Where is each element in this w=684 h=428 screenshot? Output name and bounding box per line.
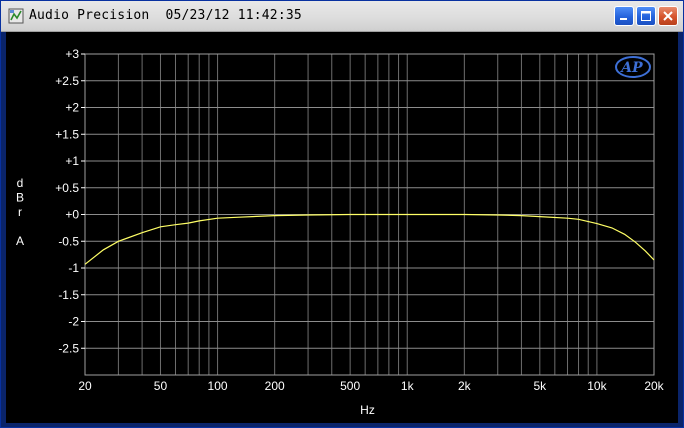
x-tick-label: 20 xyxy=(78,379,92,393)
window-title: Audio Precision 05/23/12 11:42:35 xyxy=(29,8,302,23)
y-axis-label-char: B xyxy=(16,191,24,205)
logo-text: AP xyxy=(619,60,643,76)
minimize-button[interactable] xyxy=(614,6,634,26)
y-tick-label: +2.5 xyxy=(55,74,79,88)
x-tick-label: 100 xyxy=(208,379,228,393)
title-bar[interactable]: Audio Precision 05/23/12 11:42:35 xyxy=(1,1,683,32)
x-tick-label: 20k xyxy=(644,379,664,393)
y-tick-label: -0.5 xyxy=(58,234,79,248)
x-tick-label: 50 xyxy=(154,379,168,393)
app-window: Audio Precision 05/23/12 11:42:35 +3 +2.5… xyxy=(0,0,684,428)
y-tick-label: -2.5 xyxy=(58,341,79,355)
x-tick-label: 5k xyxy=(533,379,547,393)
y-tick-label: +0 xyxy=(65,208,79,222)
minimize-icon xyxy=(620,18,627,20)
x-axis-label: Hz xyxy=(360,403,375,417)
y-tick-label: -1.5 xyxy=(58,288,79,302)
y-tick-label: +2 xyxy=(65,101,79,115)
y-tick-label: +0.5 xyxy=(55,181,79,195)
close-button[interactable] xyxy=(658,6,678,26)
x-tick-label: 2k xyxy=(458,379,472,393)
y-tick-label: -1 xyxy=(68,261,79,275)
x-tick-label: 200 xyxy=(265,379,285,393)
x-tick-label: 500 xyxy=(340,379,360,393)
x-tick-label: 10k xyxy=(587,379,607,393)
frequency-response-chart: +3 +2.5 +2 +1.5 +1 +0.5 +0 -0.5 -1 -1.5 -2 -2.5 20 50… xyxy=(16,47,665,417)
y-axis-label-char: A xyxy=(16,234,24,248)
y-axis-label-char: r xyxy=(18,205,22,219)
y-tick-label: +3 xyxy=(65,47,79,61)
ap-logo-icon: AP xyxy=(615,56,651,78)
x-tick-label: 1k xyxy=(401,379,415,393)
y-tick-label: +1 xyxy=(65,154,79,168)
response-trace xyxy=(84,213,655,265)
graph-area: +3 +2.5 +2 +1.5 +1 +0.5 +0 -0.5 -1 -1.5 -2 -2.5 20 50… xyxy=(6,32,678,423)
y-tick-label: -2 xyxy=(68,315,79,329)
y-axis-label-char: d xyxy=(17,176,24,190)
app-icon xyxy=(8,8,24,24)
y-tick-label: +1.5 xyxy=(55,127,79,141)
maximize-button[interactable] xyxy=(636,6,656,26)
close-icon xyxy=(663,11,673,21)
maximize-icon xyxy=(641,11,651,21)
